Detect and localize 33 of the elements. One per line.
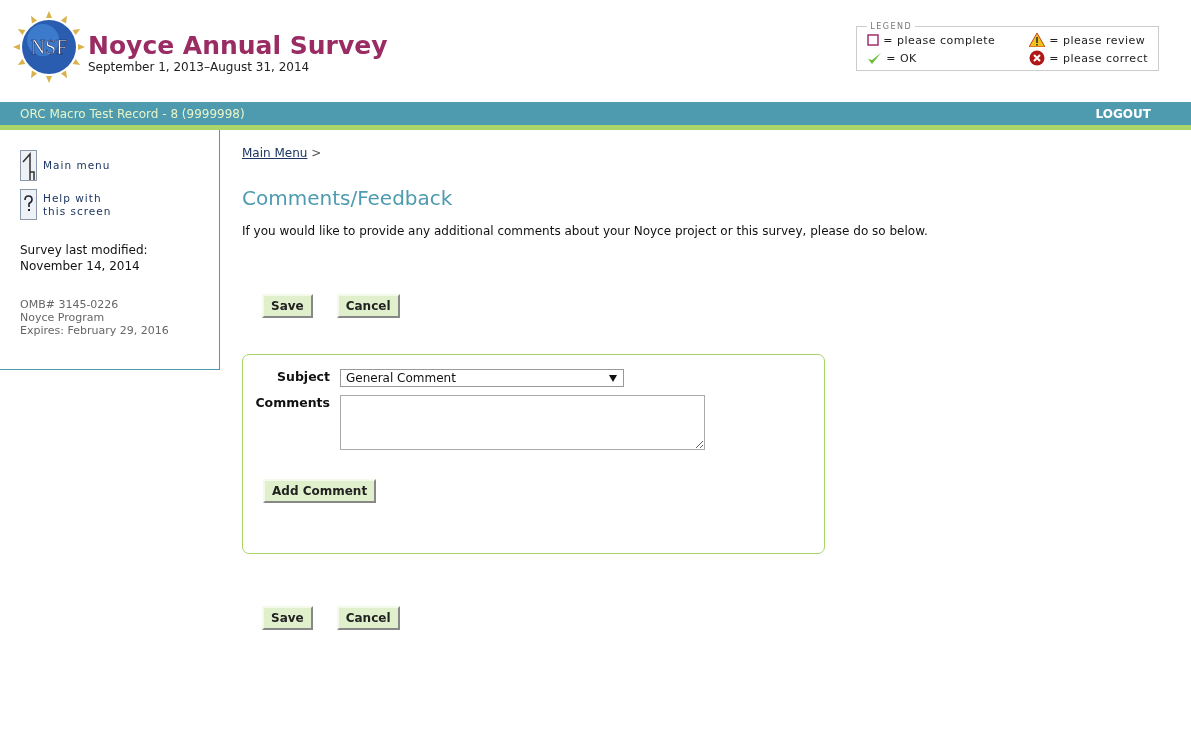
survey-title: Noyce Annual Survey <box>88 32 388 60</box>
survey-period: September 1, 2013–August 31, 2014 <box>88 60 311 74</box>
add-comment-button[interactable]: Add Comment <box>263 479 377 503</box>
subject-label: Subject <box>276 369 331 384</box>
warning-icon <box>1029 33 1046 47</box>
comments-label: Comments <box>254 395 331 410</box>
omb-text: OMB# 3145-0226 Noyce Program Expires: February 29, 2016 <box>20 298 170 337</box>
dropdown-arrow-icon <box>609 374 617 382</box>
legend-label: = please review <box>1049 33 1146 47</box>
legend-label: = OK <box>886 51 917 65</box>
save-button[interactable]: Save <box>262 294 313 318</box>
sidebar-link[interactable]: Main menu <box>20 150 219 181</box>
sidebar-link[interactable]: Help with this screen <box>20 189 219 220</box>
door-icon <box>20 150 37 181</box>
legend-title: LEGEND <box>869 22 914 31</box>
empty-square-icon <box>867 34 880 46</box>
error-icon <box>1029 50 1046 66</box>
last-modified-text: Survey last modified: November 14, 2014 <box>20 242 149 274</box>
question-icon <box>20 189 37 220</box>
cancel-button[interactable]: Cancel <box>336 294 400 318</box>
cancel-button[interactable]: Cancel <box>336 606 400 630</box>
legend-label: = please correct <box>1049 51 1148 65</box>
intro-text: If you would like to provide any additional comments about your Noyce project or this survey, please do so below. <box>242 224 929 238</box>
record-name: ORC Macro Test Record - 8 (9999998) <box>20 106 245 121</box>
nsf-logo: NSF <box>12 10 86 84</box>
subject-dropdown[interactable]: General Comment <box>340 369 624 387</box>
save-button[interactable]: Save <box>262 606 313 630</box>
comments-field[interactable] <box>340 395 705 450</box>
page-title: Comments/Feedback <box>242 186 454 210</box>
breadcrumb-separator: > <box>311 146 322 160</box>
breadcrumb-link[interactable]: Main Menu <box>242 146 308 160</box>
legend-label: = please complete <box>883 33 996 47</box>
check-icon <box>867 51 883 65</box>
